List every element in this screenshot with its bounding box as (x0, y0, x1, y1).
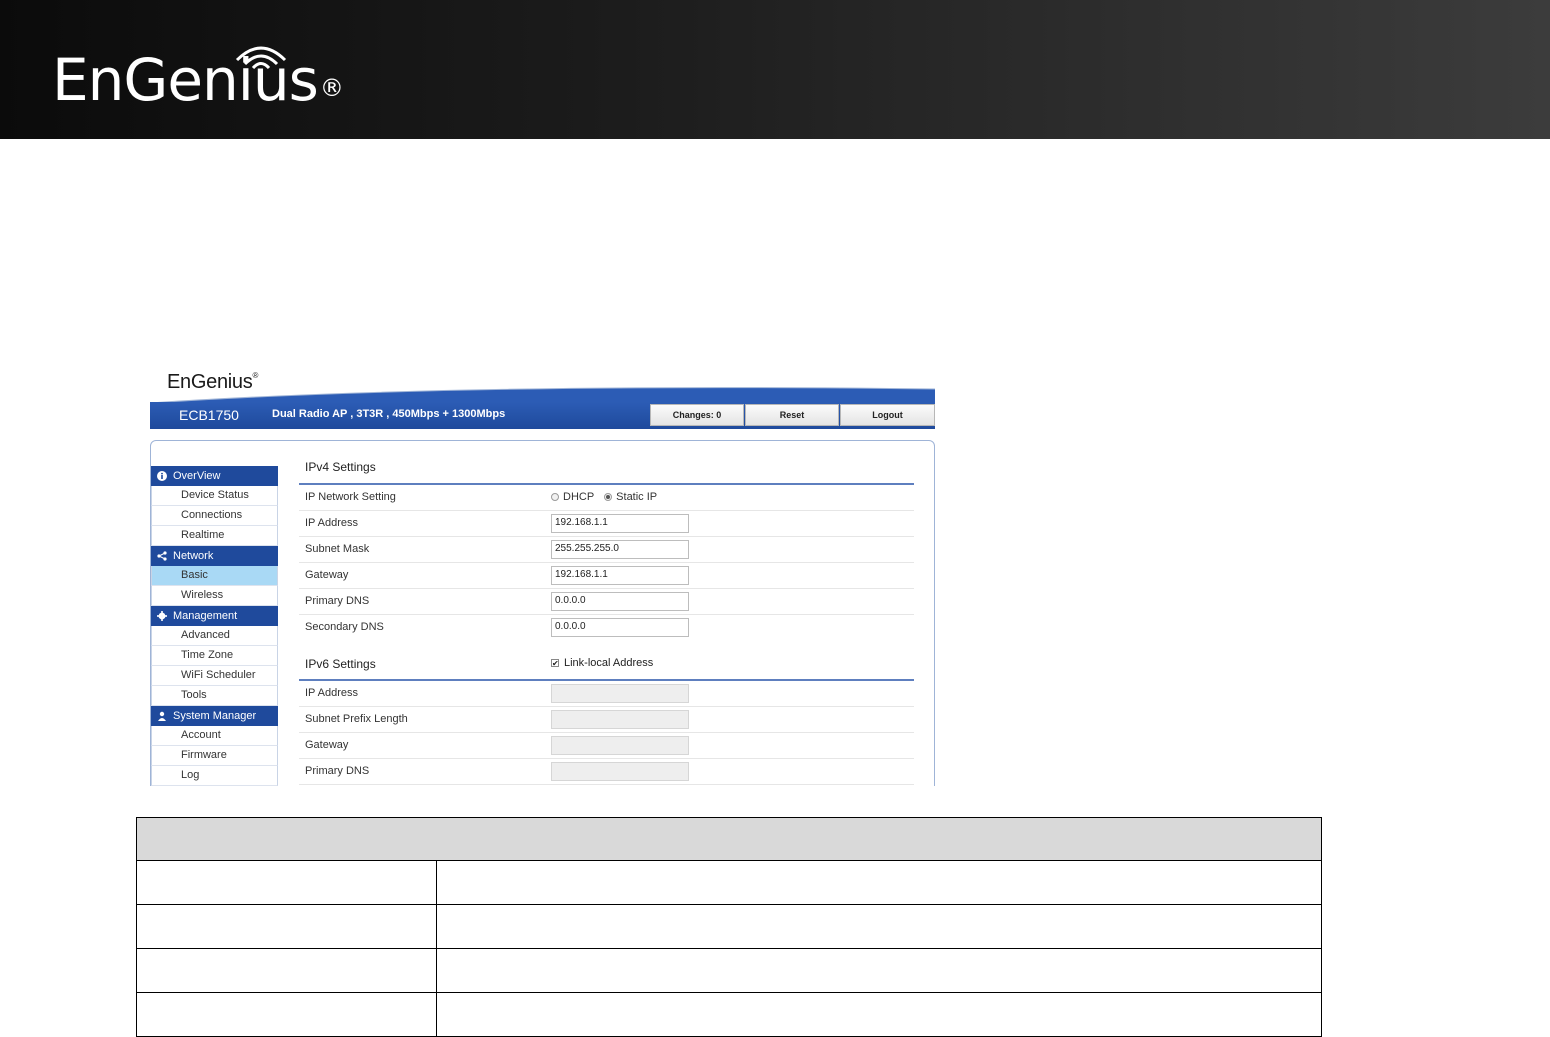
static-ip-label: Static IP (616, 491, 658, 503)
link-local-option: ✔ Link-local Address (551, 657, 653, 669)
ipv4-primary-dns-row: Primary DNS 0.0.0.0 (299, 589, 914, 615)
sidebar-item-account[interactable]: Account (151, 726, 278, 746)
ipv4-secondary-dns-row: Secondary DNS 0.0.0.0 (299, 615, 914, 641)
ipv4-ip-address-input[interactable]: 192.168.1.1 (551, 514, 689, 533)
sidebar-group-label: OverView (173, 470, 221, 482)
table-row (136, 992, 1322, 1037)
ipv4-gateway-label: Gateway (305, 569, 349, 581)
ipv6-gateway-row: Gateway (299, 733, 914, 759)
sidebar-item-device-status[interactable]: Device Status (151, 486, 278, 506)
dhcp-radio[interactable] (551, 493, 559, 501)
ipv4-subnet-mask-label: Subnet Mask (305, 543, 370, 555)
sidebar-group-overview[interactable]: OverView (151, 466, 278, 486)
ipv4-ip-address-row: IP Address 192.168.1.1 (299, 511, 914, 537)
model-name: ECB1750 (179, 407, 239, 423)
sidebar-group-system-manager[interactable]: System Manager (151, 706, 278, 726)
ipv6-subnet-prefix-row: Subnet Prefix Length (299, 707, 914, 733)
embedded-screenshot: EnGenius® ECB1750 Dual Radio AP , 3T3R ,… (150, 369, 935, 786)
document-header-banner: EnGenius® (0, 0, 1550, 139)
sidebar-item-advanced[interactable]: Advanced (151, 626, 278, 646)
ipv4-secondary-dns-input[interactable]: 0.0.0.0 (551, 618, 689, 637)
ipv4-primary-dns-label: Primary DNS (305, 595, 370, 607)
ipv4-gateway-input[interactable]: 192.168.1.1 (551, 566, 689, 585)
ipv4-secondary-dns-label: Secondary DNS (305, 621, 384, 633)
app-logo-text: EnGenius (167, 371, 253, 393)
table-cell-value (436, 904, 1322, 949)
model-description: Dual Radio AP , 3T3R , 450Mbps + 1300Mbp… (272, 408, 506, 420)
registered-mark: ® (319, 74, 344, 102)
ipv6-subnet-prefix-input[interactable] (551, 710, 689, 729)
ipv6-subnet-prefix-label: Subnet Prefix Length (305, 713, 408, 725)
ipv6-ip-address-row: IP Address (299, 681, 914, 707)
app-logo: EnGenius® (167, 371, 258, 394)
ipv6-primary-dns-row: Primary DNS (299, 759, 914, 785)
ipv6-gateway-input[interactable] (551, 736, 689, 755)
table-cell-value (436, 992, 1322, 1037)
ipv4-primary-dns-input[interactable]: 0.0.0.0 (551, 592, 689, 611)
table-cell-label (136, 860, 437, 905)
ip-network-setting-label: IP Network Setting (305, 491, 396, 503)
sidebar-item-time-zone[interactable]: Time Zone (151, 646, 278, 666)
sidebar-item-realtime[interactable]: Realtime (151, 526, 278, 546)
sidebar-item-connections[interactable]: Connections (151, 506, 278, 526)
document-logo: EnGenius® (52, 50, 344, 110)
link-local-label: Link-local Address (564, 657, 654, 669)
content-panel: OverView Device Status Connections Realt… (150, 440, 935, 786)
ipv6-ip-address-label: IP Address (305, 687, 358, 699)
ip-network-setting-row: IP Network Setting DHCP Static IP (299, 485, 914, 511)
sidebar-group-label: Network (173, 550, 214, 562)
sidebar-item-firmware[interactable]: Firmware (151, 746, 278, 766)
ipv6-primary-dns-label: Primary DNS (305, 765, 370, 777)
gear-icon (157, 611, 167, 621)
table-row (136, 860, 1322, 905)
sidebar-nav: OverView Device Status Connections Realt… (151, 466, 278, 786)
changes-button[interactable]: Changes: 0 (650, 404, 744, 426)
dhcp-label: DHCP (563, 491, 595, 503)
table-cell-label (136, 904, 437, 949)
info-icon (157, 471, 167, 481)
link-local-checkbox[interactable]: ✔ (551, 659, 559, 668)
ipv4-ip-address-label: IP Address (305, 517, 358, 529)
reset-button[interactable]: Reset (745, 404, 839, 426)
ipv6-ip-address-input[interactable] (551, 684, 689, 703)
table-cell-label (136, 948, 437, 993)
ip-mode-radio-group: DHCP Static IP (551, 491, 657, 503)
ipv6-section-title: IPv6 Settings (305, 657, 376, 671)
table-header-cell (136, 817, 1322, 861)
sidebar-group-management[interactable]: Management (151, 606, 278, 626)
app-logo-reg: ® (252, 371, 259, 380)
top-status-bar: ECB1750 Dual Radio AP , 3T3R , 450Mbps +… (150, 402, 935, 429)
table-cell-value (436, 860, 1322, 905)
user-icon (158, 711, 166, 721)
sidebar-item-log[interactable]: Log (151, 766, 278, 786)
sidebar-item-wifi-scheduler[interactable]: WiFi Scheduler (151, 666, 278, 686)
table-cell-label (136, 992, 437, 1037)
ipv4-subnet-mask-input[interactable]: 255.255.255.0 (551, 540, 689, 559)
share-icon (157, 551, 167, 561)
document-logo-text: EnGenius (52, 46, 319, 114)
sidebar-item-basic[interactable]: Basic (151, 566, 278, 586)
description-table (136, 817, 1322, 1037)
ipv4-gateway-row: Gateway 192.168.1.1 (299, 563, 914, 589)
ipv4-subnet-mask-row: Subnet Mask 255.255.255.0 (299, 537, 914, 563)
sidebar-group-label: System Manager (173, 710, 257, 722)
sidebar-group-network[interactable]: Network (151, 546, 278, 566)
logout-button[interactable]: Logout (840, 404, 935, 426)
table-cell-value (436, 948, 1322, 993)
sidebar-item-tools[interactable]: Tools (151, 686, 278, 706)
sidebar-item-wireless[interactable]: Wireless (151, 586, 278, 606)
sidebar-group-label: Management (173, 610, 238, 622)
table-row (136, 904, 1322, 949)
ipv6-gateway-label: Gateway (305, 739, 349, 751)
ipv4-section-title: IPv4 Settings (305, 460, 376, 474)
static-ip-radio[interactable] (604, 493, 613, 501)
ipv6-primary-dns-input[interactable] (551, 762, 689, 781)
table-row (136, 948, 1322, 993)
table-header-row (136, 817, 1322, 861)
